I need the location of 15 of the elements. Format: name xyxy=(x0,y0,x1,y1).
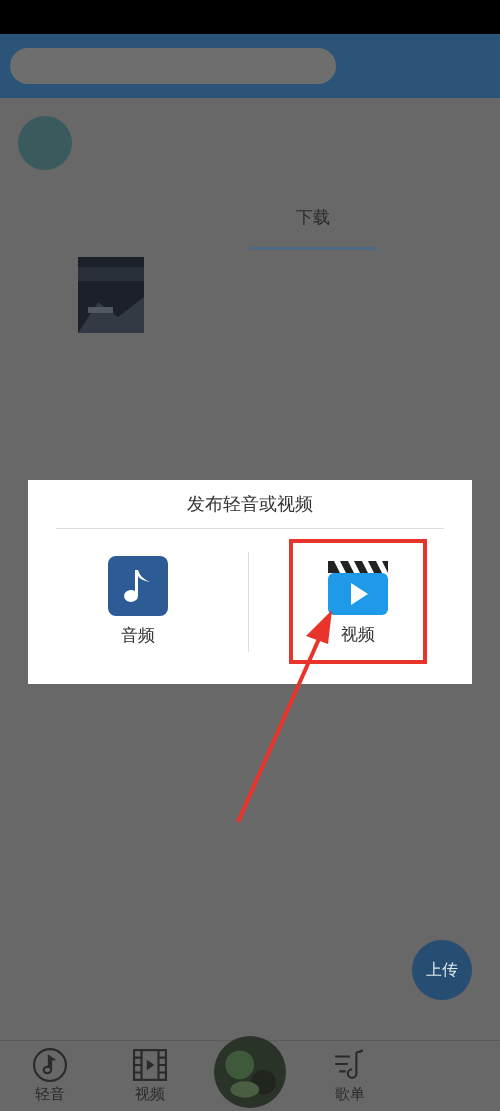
film-icon[interactable] xyxy=(133,1048,167,1082)
avatar-icon xyxy=(18,116,72,170)
tab[interactable]: 下载 xyxy=(250,188,376,250)
nav-label[interactable]: 歌单 xyxy=(335,1085,365,1104)
music-note-icon[interactable] xyxy=(33,1048,67,1082)
option-label: 视频 xyxy=(341,623,375,646)
dialog-title: 发布轻音或视频 xyxy=(56,492,444,529)
music-note-icon xyxy=(108,556,168,616)
upload-button[interactable]: 上传 xyxy=(412,940,472,1000)
search-field[interactable] xyxy=(10,48,336,84)
option[interactable]: 音频 xyxy=(28,542,248,661)
option[interactable]: 视频 xyxy=(289,539,427,664)
nav-label[interactable]: 视频 xyxy=(135,1085,165,1104)
nav-label[interactable]: 轻音 xyxy=(35,1085,65,1104)
option-label: 音频 xyxy=(121,624,155,647)
